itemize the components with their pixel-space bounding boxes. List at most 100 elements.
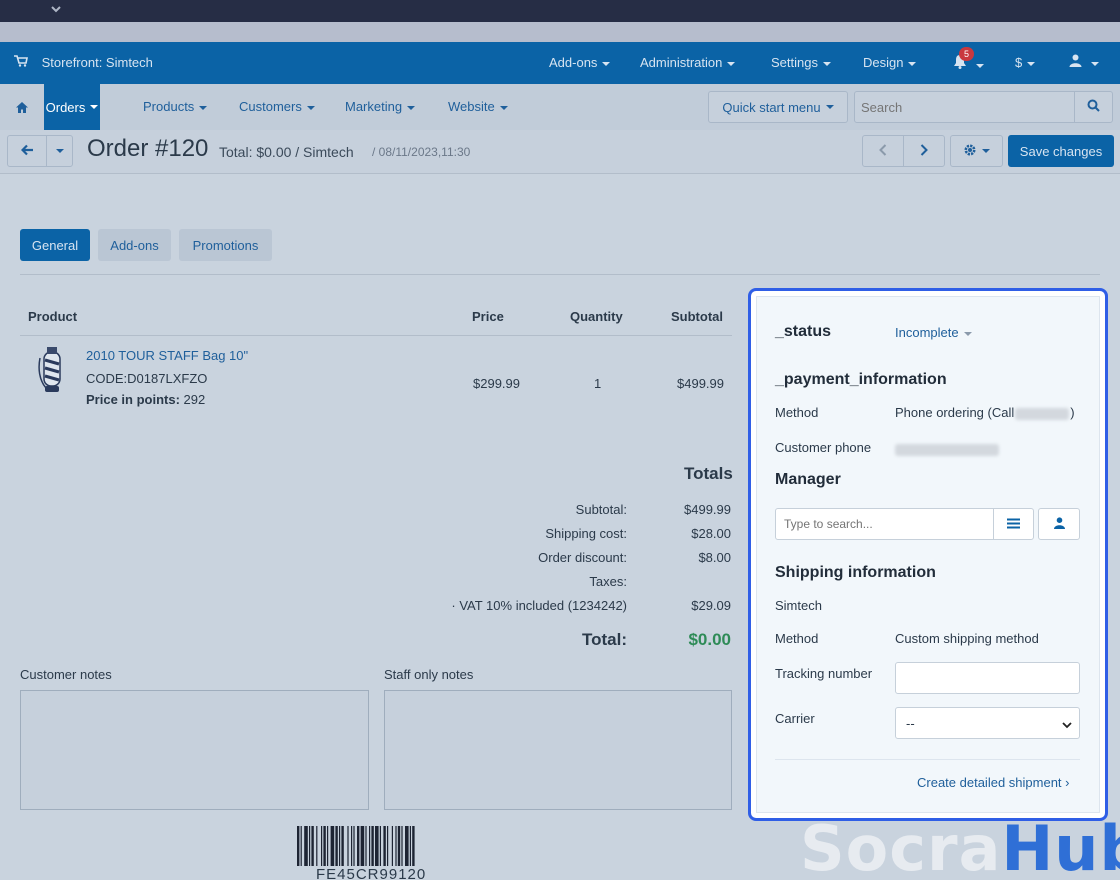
customer-notes-textarea[interactable] xyxy=(20,690,369,810)
shipping-method-value: Custom shipping method xyxy=(895,631,1039,646)
product-image[interactable] xyxy=(36,346,70,394)
create-detailed-shipment-link[interactable]: Create detailed shipment › xyxy=(917,775,1069,790)
product-price: $299.99 xyxy=(473,376,520,391)
page-title: Order #120 xyxy=(87,135,209,162)
manager-search-input[interactable] xyxy=(775,508,994,540)
watermark-part1: Socra xyxy=(800,812,1002,880)
product-subtotal: $499.99 xyxy=(677,376,724,391)
payment-method-value: Phone ordering (Call) xyxy=(895,405,1075,420)
top-gap xyxy=(0,22,1120,42)
order-date: / 08/11/2023,11:30 xyxy=(372,145,471,159)
notifications-count-badge: 5 xyxy=(959,47,974,61)
settings-dropdown-button[interactable] xyxy=(950,135,1003,167)
tab-addons[interactable]: Add-ons xyxy=(98,229,171,261)
menu-design[interactable]: Design xyxy=(863,55,917,70)
totals-subtotal-label: Subtotal: xyxy=(575,502,627,517)
user-menu[interactable] xyxy=(1069,54,1099,70)
chevron-right-icon xyxy=(920,143,928,159)
search-input[interactable] xyxy=(854,91,1075,123)
totals-vat-value: $29.09 xyxy=(691,598,731,613)
menu-addons-label: Add-ons xyxy=(549,55,598,70)
payment-method-text: Phone ordering (Call xyxy=(895,405,1015,420)
list-icon xyxy=(1007,517,1020,532)
totals-subtotal-value: $499.99 xyxy=(684,502,731,517)
menu-administration-label: Administration xyxy=(640,55,723,70)
menu-design-label: Design xyxy=(863,55,904,70)
chevron-left-icon xyxy=(879,143,887,159)
user-icon xyxy=(1069,54,1086,70)
grand-total-label: Total: xyxy=(581,630,627,649)
order-barcode xyxy=(297,826,415,866)
back-dropdown-button[interactable] xyxy=(46,135,73,167)
carrier-label: Carrier xyxy=(775,711,815,726)
manager-list-button[interactable] xyxy=(993,508,1034,540)
caret-down-icon xyxy=(55,149,64,153)
nav-marketing[interactable]: Marketing xyxy=(345,99,416,114)
search-icon xyxy=(1087,99,1100,115)
tab-promotions[interactable]: Promotions xyxy=(179,229,272,261)
nav-marketing-label: Marketing xyxy=(345,99,403,114)
product-points-value: 292 xyxy=(183,392,206,407)
search-button[interactable] xyxy=(1074,91,1113,123)
nav-products[interactable]: Products xyxy=(143,99,208,114)
quick-start-label: Quick start menu xyxy=(722,99,821,115)
previous-order-button[interactable] xyxy=(862,135,904,167)
menu-addons[interactable]: Add-ons xyxy=(549,55,611,70)
customer-phone-label: Customer phone xyxy=(775,440,872,455)
totals-taxes-label: Taxes: xyxy=(589,574,627,589)
product-code: CODE:D0187LXFZO xyxy=(86,371,208,386)
customer-notes-label: Customer notes xyxy=(20,667,112,682)
assign-manager-button[interactable] xyxy=(1038,508,1080,540)
product-quantity: 1 xyxy=(594,376,602,391)
staff-notes-label: Staff only notes xyxy=(384,667,474,682)
column-header-price: Price xyxy=(472,309,504,324)
nav-customers[interactable]: Customers xyxy=(239,99,315,114)
nav-website[interactable]: Website xyxy=(448,99,508,114)
nav-products-label: Products xyxy=(143,99,195,114)
totals-discount-value: $8.00 xyxy=(698,550,731,565)
order-summary: Total: $0.00 / Simtech xyxy=(219,144,354,160)
home-icon[interactable] xyxy=(0,84,44,130)
cart-icon xyxy=(14,55,28,70)
carrier-selected-value: -- xyxy=(906,716,915,731)
nav-website-label: Website xyxy=(448,99,495,114)
carrier-select[interactable]: -- xyxy=(895,707,1080,739)
storefront-selector[interactable]: Storefront: Simtech xyxy=(14,55,153,70)
currency-label: $ xyxy=(1015,55,1023,70)
product-points: Price in points: 292 xyxy=(86,392,205,407)
nav-orders[interactable]: Orders xyxy=(44,84,100,130)
tab-general[interactable]: General xyxy=(20,229,90,261)
payment-heading: _payment_information xyxy=(775,371,947,388)
save-changes-button[interactable]: Save changes xyxy=(1008,135,1114,167)
watermark-part2: Hub xyxy=(1001,812,1120,880)
column-header-quantity: Quantity xyxy=(570,309,623,324)
redacted-phone xyxy=(1015,407,1070,420)
product-name-link[interactable]: 2010 TOUR STAFF Bag 10" xyxy=(86,348,248,363)
chevron-down-icon[interactable] xyxy=(50,3,62,17)
next-order-button[interactable] xyxy=(903,135,945,167)
back-button[interactable] xyxy=(7,135,47,167)
user-icon xyxy=(1053,516,1065,532)
nav-orders-label: Orders xyxy=(45,99,86,115)
menu-administration[interactable]: Administration xyxy=(640,55,736,70)
tabs-divider xyxy=(20,274,1100,275)
customer-phone-value xyxy=(895,441,999,456)
column-header-subtotal: Subtotal xyxy=(671,309,723,324)
status-value: Incomplete xyxy=(895,325,959,340)
menu-settings[interactable]: Settings xyxy=(771,55,831,70)
payment-method-end: ) xyxy=(1070,405,1075,420)
status-heading: _status xyxy=(775,323,832,340)
staff-notes-textarea[interactable] xyxy=(384,690,732,810)
quick-start-menu-button[interactable]: Quick start menu xyxy=(708,91,848,123)
totals-discount-label: Order discount: xyxy=(538,550,627,565)
product-points-label: Price in points: xyxy=(86,392,180,407)
shipping-heading: Shipping information xyxy=(775,564,936,581)
socrahub-watermark: SocraHub xyxy=(800,812,1120,880)
totals-shipping-value: $28.00 xyxy=(691,526,731,541)
status-dropdown[interactable]: Incomplete xyxy=(895,325,972,340)
menu-settings-label: Settings xyxy=(771,55,818,70)
manager-heading: Manager xyxy=(775,471,841,488)
currency-selector[interactable]: $ xyxy=(1015,55,1036,70)
totals-shipping-label: Shipping cost: xyxy=(545,526,627,541)
tracking-number-input[interactable] xyxy=(895,662,1080,694)
